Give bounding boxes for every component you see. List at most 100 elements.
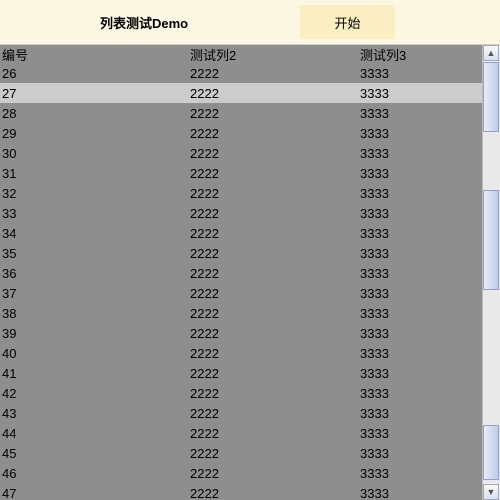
scroll-down-button[interactable]: ▼ [483,484,499,500]
page-title: 列表测试Demo [100,13,188,32]
cell-col3: 3333 [360,426,482,441]
start-button[interactable]: 开始 [300,5,395,39]
table-row[interactable]: 3022223333 [0,143,482,163]
cell-col2: 2222 [190,346,360,361]
table-row[interactable]: 3322223333 [0,203,482,223]
table-row[interactable]: 3122223333 [0,163,482,183]
table-row[interactable]: 3222223333 [0,183,482,203]
table-body: 2622223333272222333328222233332922223333… [0,63,482,500]
cell-col3: 3333 [360,166,482,181]
cell-id: 44 [0,426,190,441]
table-row[interactable]: 3822223333 [0,303,482,323]
cell-col3: 3333 [360,486,482,500]
cell-col2: 2222 [190,286,360,301]
cell-col3: 3333 [360,446,482,461]
column-headers: 编号 测试列2 测试列3 [0,45,482,63]
cell-col3: 3333 [360,346,482,361]
cell-col3: 3333 [360,226,482,241]
cell-col2: 2222 [190,246,360,261]
cell-id: 41 [0,366,190,381]
cell-col2: 2222 [190,166,360,181]
cell-col2: 2222 [190,106,360,121]
cell-col2: 2222 [190,486,360,500]
cell-id: 47 [0,486,190,500]
cell-id: 35 [0,246,190,261]
cell-id: 27 [0,86,190,101]
table-row[interactable]: 4322223333 [0,403,482,423]
table-row[interactable]: 2922223333 [0,123,482,143]
table-row[interactable]: 4022223333 [0,343,482,363]
column-header-id[interactable]: 编号 [0,45,190,63]
cell-col2: 2222 [190,86,360,101]
cell-id: 43 [0,406,190,421]
cell-col3: 3333 [360,266,482,281]
table-row[interactable]: 4422223333 [0,423,482,443]
vertical-scrollbar[interactable]: ▲ ▼ [482,45,500,500]
table-row[interactable]: 3922223333 [0,323,482,343]
cell-id: 30 [0,146,190,161]
table-row[interactable]: 2722223333 [0,83,482,103]
cell-col2: 2222 [190,366,360,381]
cell-id: 45 [0,446,190,461]
cell-col3: 3333 [360,126,482,141]
cell-id: 40 [0,346,190,361]
table: 编号 测试列2 测试列3 262222333327222233332822223… [0,45,482,500]
scroll-thumb[interactable] [483,425,499,480]
cell-col2: 2222 [190,326,360,341]
scroll-thumb[interactable] [483,190,499,290]
cell-col3: 3333 [360,206,482,221]
cell-id: 38 [0,306,190,321]
cell-id: 42 [0,386,190,401]
cell-col2: 2222 [190,466,360,481]
cell-col3: 3333 [360,186,482,201]
cell-col2: 2222 [190,66,360,81]
cell-col2: 2222 [190,226,360,241]
table-row[interactable]: 2822223333 [0,103,482,123]
column-header-col2[interactable]: 测试列2 [190,45,360,63]
cell-col2: 2222 [190,386,360,401]
cell-col3: 3333 [360,66,482,81]
table-row[interactable]: 4222223333 [0,383,482,403]
cell-col3: 3333 [360,86,482,101]
cell-id: 46 [0,466,190,481]
table-row[interactable]: 3422223333 [0,223,482,243]
cell-col3: 3333 [360,326,482,341]
cell-col2: 2222 [190,306,360,321]
cell-col3: 3333 [360,106,482,121]
cell-col3: 3333 [360,466,482,481]
cell-col3: 3333 [360,286,482,301]
cell-col3: 3333 [360,246,482,261]
cell-col3: 3333 [360,306,482,321]
table-row[interactable]: 3622223333 [0,263,482,283]
cell-col3: 3333 [360,146,482,161]
cell-id: 29 [0,126,190,141]
table-area: 编号 测试列2 测试列3 262222333327222233332822223… [0,45,500,500]
cell-col2: 2222 [190,206,360,221]
table-row[interactable]: 3722223333 [0,283,482,303]
column-header-col3[interactable]: 测试列3 [360,45,482,63]
cell-id: 36 [0,266,190,281]
cell-col2: 2222 [190,406,360,421]
table-row[interactable]: 4122223333 [0,363,482,383]
cell-id: 26 [0,66,190,81]
cell-id: 37 [0,286,190,301]
cell-id: 31 [0,166,190,181]
scroll-up-button[interactable]: ▲ [483,45,499,61]
scroll-thumb[interactable] [483,62,499,132]
table-row[interactable]: 3522223333 [0,243,482,263]
cell-id: 33 [0,206,190,221]
table-row[interactable]: 4622223333 [0,463,482,483]
cell-id: 39 [0,326,190,341]
table-row[interactable]: 4722223333 [0,483,482,500]
cell-col2: 2222 [190,266,360,281]
table-row[interactable]: 4522223333 [0,443,482,463]
cell-id: 28 [0,106,190,121]
cell-col2: 2222 [190,446,360,461]
table-row[interactable]: 2622223333 [0,63,482,83]
cell-col3: 3333 [360,366,482,381]
cell-id: 34 [0,226,190,241]
cell-col3: 3333 [360,406,482,421]
cell-col3: 3333 [360,386,482,401]
cell-id: 32 [0,186,190,201]
header-bar: 列表测试Demo 开始 [0,0,500,45]
